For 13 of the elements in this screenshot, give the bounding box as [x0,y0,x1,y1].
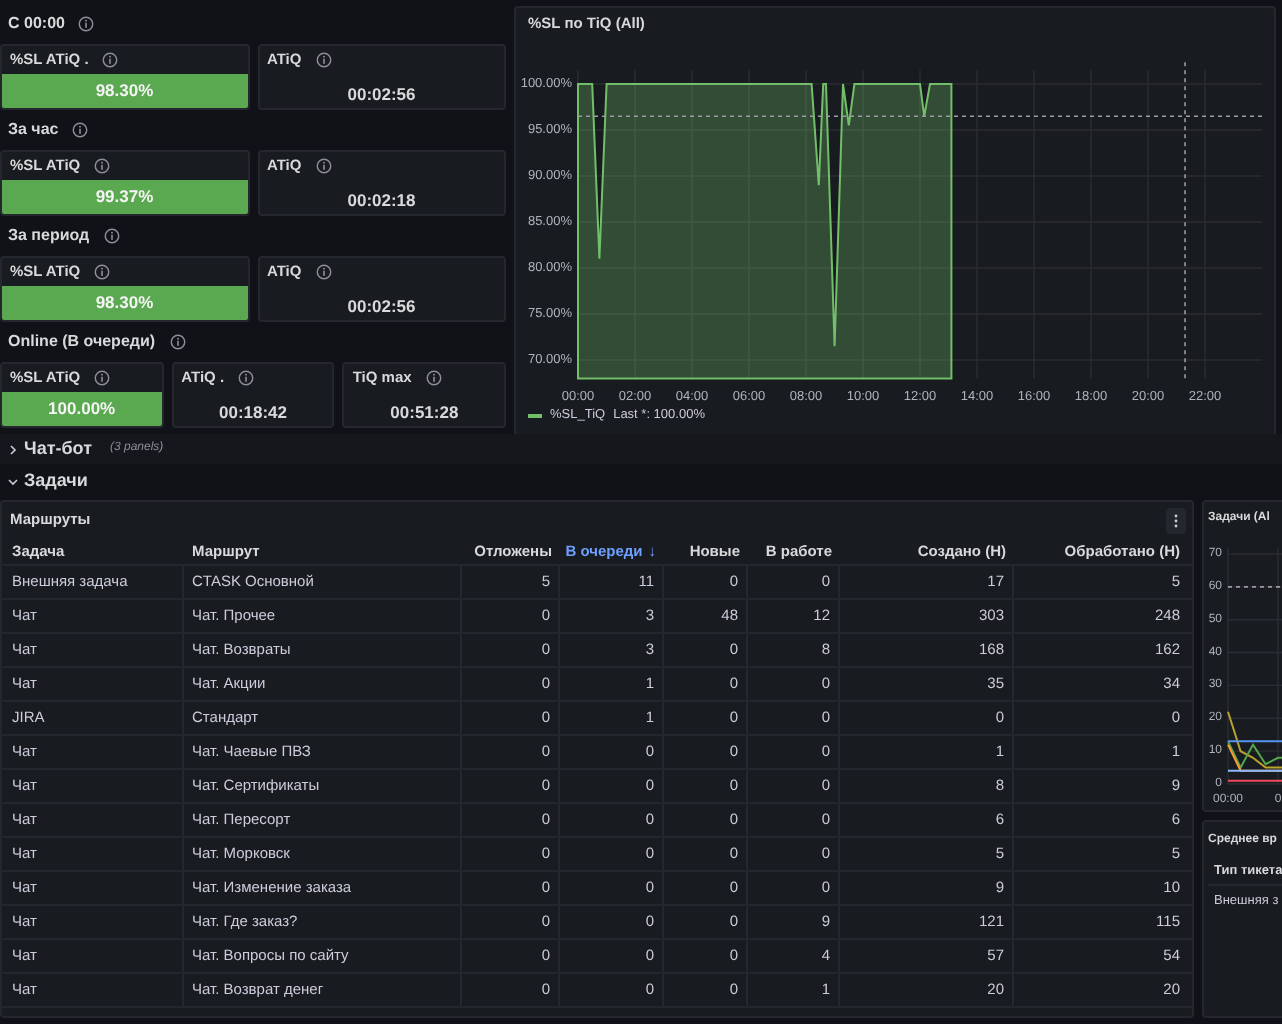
stat-value: 00:02:56 [345,293,418,320]
stat-value: 98.30% [2,74,247,108]
section-title: За период [8,224,90,248]
section-title: За час [8,118,59,142]
stat-value: 00:02:18 [345,187,418,214]
stat-value: 100.00% [2,392,162,426]
stat-value: 00:18:42 [216,399,290,426]
stat-value: 98.30% [2,286,247,320]
section-title: С 00:00 [8,12,65,36]
section-title: Online (В очереди) [8,330,156,354]
stat-value: 00:51:28 [388,399,461,426]
stat-value: 99.37% [2,180,247,214]
stat-value: 00:02:56 [345,81,418,108]
